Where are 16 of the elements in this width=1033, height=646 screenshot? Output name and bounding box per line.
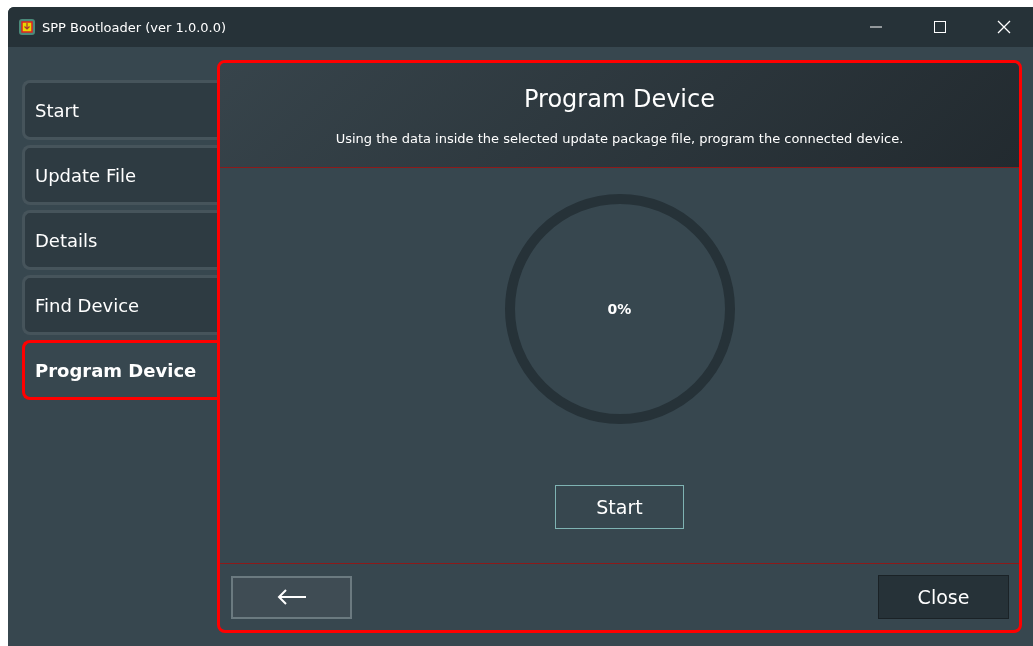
close-icon (997, 20, 1011, 34)
left-arrow-icon (276, 589, 307, 605)
back-button[interactable] (231, 575, 352, 619)
sidebar-tab[interactable]: Program Device (22, 340, 217, 400)
window-title: SPP Bootloader (ver 1.0.0.0) (42, 19, 228, 35)
sidebar-tab[interactable]: Start (22, 80, 217, 140)
start-button[interactable]: Start (555, 484, 684, 529)
app-logo-icon (18, 18, 36, 36)
progress-reading: 0% (607, 300, 632, 317)
close-button[interactable]: Close (878, 575, 1009, 619)
sidebar-tab[interactable]: Details (22, 210, 217, 270)
panel-title: Program Device (524, 84, 715, 113)
maximize-icon (934, 21, 946, 33)
sidebar-tab[interactable]: Update File (22, 145, 217, 205)
panel-description: Using the data inside the selected update package file, program the connected device. (335, 130, 904, 146)
sidebar-tab[interactable]: Find Device (22, 275, 217, 335)
